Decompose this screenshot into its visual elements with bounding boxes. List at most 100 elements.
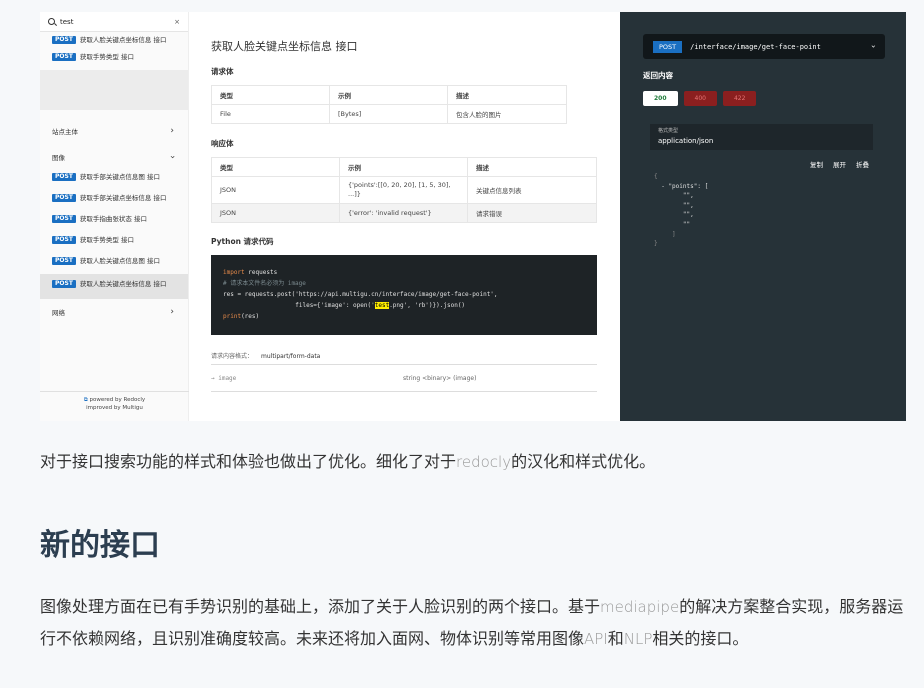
search-results-divider xyxy=(40,70,188,110)
json-sample: { - "points": [ "", "", "", "" ] } xyxy=(654,173,709,248)
chevron-down-icon: › xyxy=(167,155,178,159)
op-label: 获取手部关键点坐标信息 接口 xyxy=(79,194,167,202)
sidebar: × POST 获取人脸关键点坐标信息 接口 POST 获取手势类型 接口 站点主… xyxy=(40,12,189,421)
cat-label: 网络 xyxy=(52,309,65,317)
chevron-down-icon: › xyxy=(868,44,878,49)
table-header: 示例 xyxy=(339,157,468,177)
op-label: 获取人脸关键点坐标信息 接口 xyxy=(79,36,167,44)
sidebar-cat-station[interactable]: 站点主体 › xyxy=(40,118,188,144)
op-label: 获取手势类型 接口 xyxy=(79,236,134,244)
powered-line-1: ⧉ powered by Redocly xyxy=(83,397,146,403)
request-field-row: → image string <binary> (image) xyxy=(211,375,597,392)
clear-icon[interactable]: × xyxy=(174,18,180,26)
post-badge: POST xyxy=(52,236,76,244)
op-label: 获取手势类型 接口 xyxy=(79,53,134,61)
table-cell: File xyxy=(211,104,330,124)
content-type-value: application/json xyxy=(658,137,714,145)
copy-button[interactable]: 复制 xyxy=(810,159,823,169)
op-label: 获取手指曲张状态 接口 xyxy=(79,215,147,223)
table-cell: 关键点信息列表 xyxy=(467,176,597,204)
search-highlight: test xyxy=(374,302,390,309)
sidebar-op-face-point[interactable]: POST 获取人脸关键点坐标信息 接口 xyxy=(40,32,188,49)
post-badge: POST xyxy=(52,280,76,288)
endpoint-bar[interactable]: POST /interface/image/get-face-point › xyxy=(643,34,885,59)
table-row: JSON {'points':[[0, 20, 20], [1, 5, 30],… xyxy=(211,176,597,204)
table-cell: JSON xyxy=(211,176,340,204)
page-title: 获取人脸关键点坐标信息 接口 xyxy=(211,40,358,53)
article-paragraph-1: 对于接口搜索功能的样式和体验也做出了优化。细化了对于redocly的汉化和样式优… xyxy=(40,452,656,471)
post-badge: POST xyxy=(52,36,76,44)
operation-content: 获取人脸关键点坐标信息 接口 请求体 类型 示例 描述 File [Bytes]… xyxy=(189,12,619,421)
post-badge: POST xyxy=(52,194,76,202)
expand-button[interactable]: 展开 xyxy=(833,159,846,169)
response-panel: POST /interface/image/get-face-point › 返… xyxy=(620,12,906,421)
search-icon xyxy=(48,18,55,25)
sidebar-op-gesture[interactable]: POST 获取手势类型 接口 xyxy=(40,49,188,66)
op-label: 获取人脸关键点坐标信息 接口 xyxy=(79,280,167,288)
sidebar-cat-image[interactable]: 图像 › xyxy=(40,144,188,170)
powered-by[interactable]: ⧉ powered by Redocly improved by Multigu xyxy=(40,391,189,421)
request-table: 类型 示例 描述 File [Bytes] 包含人脸的图片 xyxy=(211,85,567,124)
status-tab-400[interactable]: 400 xyxy=(683,91,717,106)
content-type-label: 请求内容格式： xyxy=(211,353,254,360)
status-tab-200[interactable]: 200 xyxy=(643,91,678,106)
table-header-row: 类型 示例 描述 xyxy=(211,157,597,177)
inline-code-redocly: redocly xyxy=(456,453,512,471)
status-tabs: 200 400 422 xyxy=(643,91,757,106)
sidebar-op-hand-image[interactable]: POST 获取手部关键点信息图 接口 xyxy=(40,170,188,190)
table-cell: {'points':[[0, 20, 20], [1, 5, 30], ...]… xyxy=(339,176,468,204)
search-bar: × xyxy=(40,12,188,32)
request-body-heading: 请求体 xyxy=(211,67,234,76)
table-header: 示例 xyxy=(329,85,448,105)
section-heading: 新的接口 xyxy=(40,528,160,563)
cat-label: 站点主体 xyxy=(52,128,78,136)
json-actions: 复制 展开 折叠 xyxy=(810,159,869,169)
python-code-block[interactable]: import requests # 请求本文件名必须为 image res = … xyxy=(211,255,597,335)
redocly-logo-icon: ⧉ xyxy=(83,397,88,403)
screenshot-image: × POST 获取人脸关键点坐标信息 接口 POST 获取手势类型 接口 站点主… xyxy=(40,12,906,421)
op-label: 获取人脸关键点信息图 接口 xyxy=(79,257,160,265)
content-type-select[interactable]: 格式类型 application/json xyxy=(650,124,873,150)
sidebar-op-face-point-active[interactable]: POST 获取人脸关键点坐标信息 接口 xyxy=(40,274,188,299)
table-header-row: 类型 示例 描述 xyxy=(211,85,567,105)
response-table: 类型 示例 描述 JSON {'points':[[0, 20, 20], [1… xyxy=(211,157,597,223)
table-cell: JSON xyxy=(211,203,340,223)
content-type-value: multipart/form-data xyxy=(261,353,321,360)
endpoint-path: /interface/image/get-face-point xyxy=(690,42,821,51)
sidebar-cat-net[interactable]: 网络 › xyxy=(40,299,188,325)
powered-line-2: improved by Multigu xyxy=(86,405,143,411)
table-header: 类型 xyxy=(211,157,340,177)
collapse-button[interactable]: 折叠 xyxy=(856,159,869,169)
search-input[interactable] xyxy=(60,17,160,26)
table-row: File [Bytes] 包含人脸的图片 xyxy=(211,104,567,124)
table-cell: {'error': 'invalid request'} xyxy=(339,203,468,223)
sidebar-op-face-image[interactable]: POST 获取人脸关键点信息图 接口 xyxy=(40,253,188,274)
op-label: 获取手部关键点信息图 接口 xyxy=(79,173,160,181)
field-name: → image xyxy=(211,375,237,382)
table-header: 描述 xyxy=(467,157,597,177)
post-badge: POST xyxy=(52,257,76,265)
cat-label: 图像 xyxy=(52,154,65,162)
method-badge: POST xyxy=(653,40,683,53)
post-badge: POST xyxy=(52,53,76,61)
sidebar-op-hand-point[interactable]: POST 获取手部关键点坐标信息 接口 xyxy=(40,190,188,211)
inline-code-api: API xyxy=(584,630,608,648)
chevron-right-icon: › xyxy=(170,126,174,136)
inline-code-mediapipe: mediapipe xyxy=(600,598,680,616)
sidebar-op-finger-state[interactable]: POST 获取手指曲张状态 接口 xyxy=(40,211,188,232)
sidebar-op-gesture-type[interactable]: POST 获取手势类型 接口 xyxy=(40,232,188,253)
table-header: 类型 xyxy=(211,85,330,105)
inline-code-nlp: NLP xyxy=(623,630,653,648)
content-type-row: 请求内容格式： multipart/form-data xyxy=(211,351,597,365)
field-type: string <binary> (image) xyxy=(403,375,477,382)
chevron-right-icon: › xyxy=(170,307,174,317)
table-header: 描述 xyxy=(447,85,567,105)
python-code-heading: Python 请求代码 xyxy=(211,237,274,246)
status-tab-422[interactable]: 422 xyxy=(722,91,757,106)
table-row: JSON {'error': 'invalid request'} 请求错误 xyxy=(211,203,597,223)
response-body-heading: 响应体 xyxy=(211,139,234,148)
table-cell: 请求错误 xyxy=(467,203,597,223)
post-badge: POST xyxy=(52,173,76,181)
content-type-label: 格式类型 xyxy=(658,128,679,134)
article-paragraph-2: 图像处理方面在已有手势识别的基础上，添加了关于人脸识别的两个接口。基于media… xyxy=(40,597,904,648)
